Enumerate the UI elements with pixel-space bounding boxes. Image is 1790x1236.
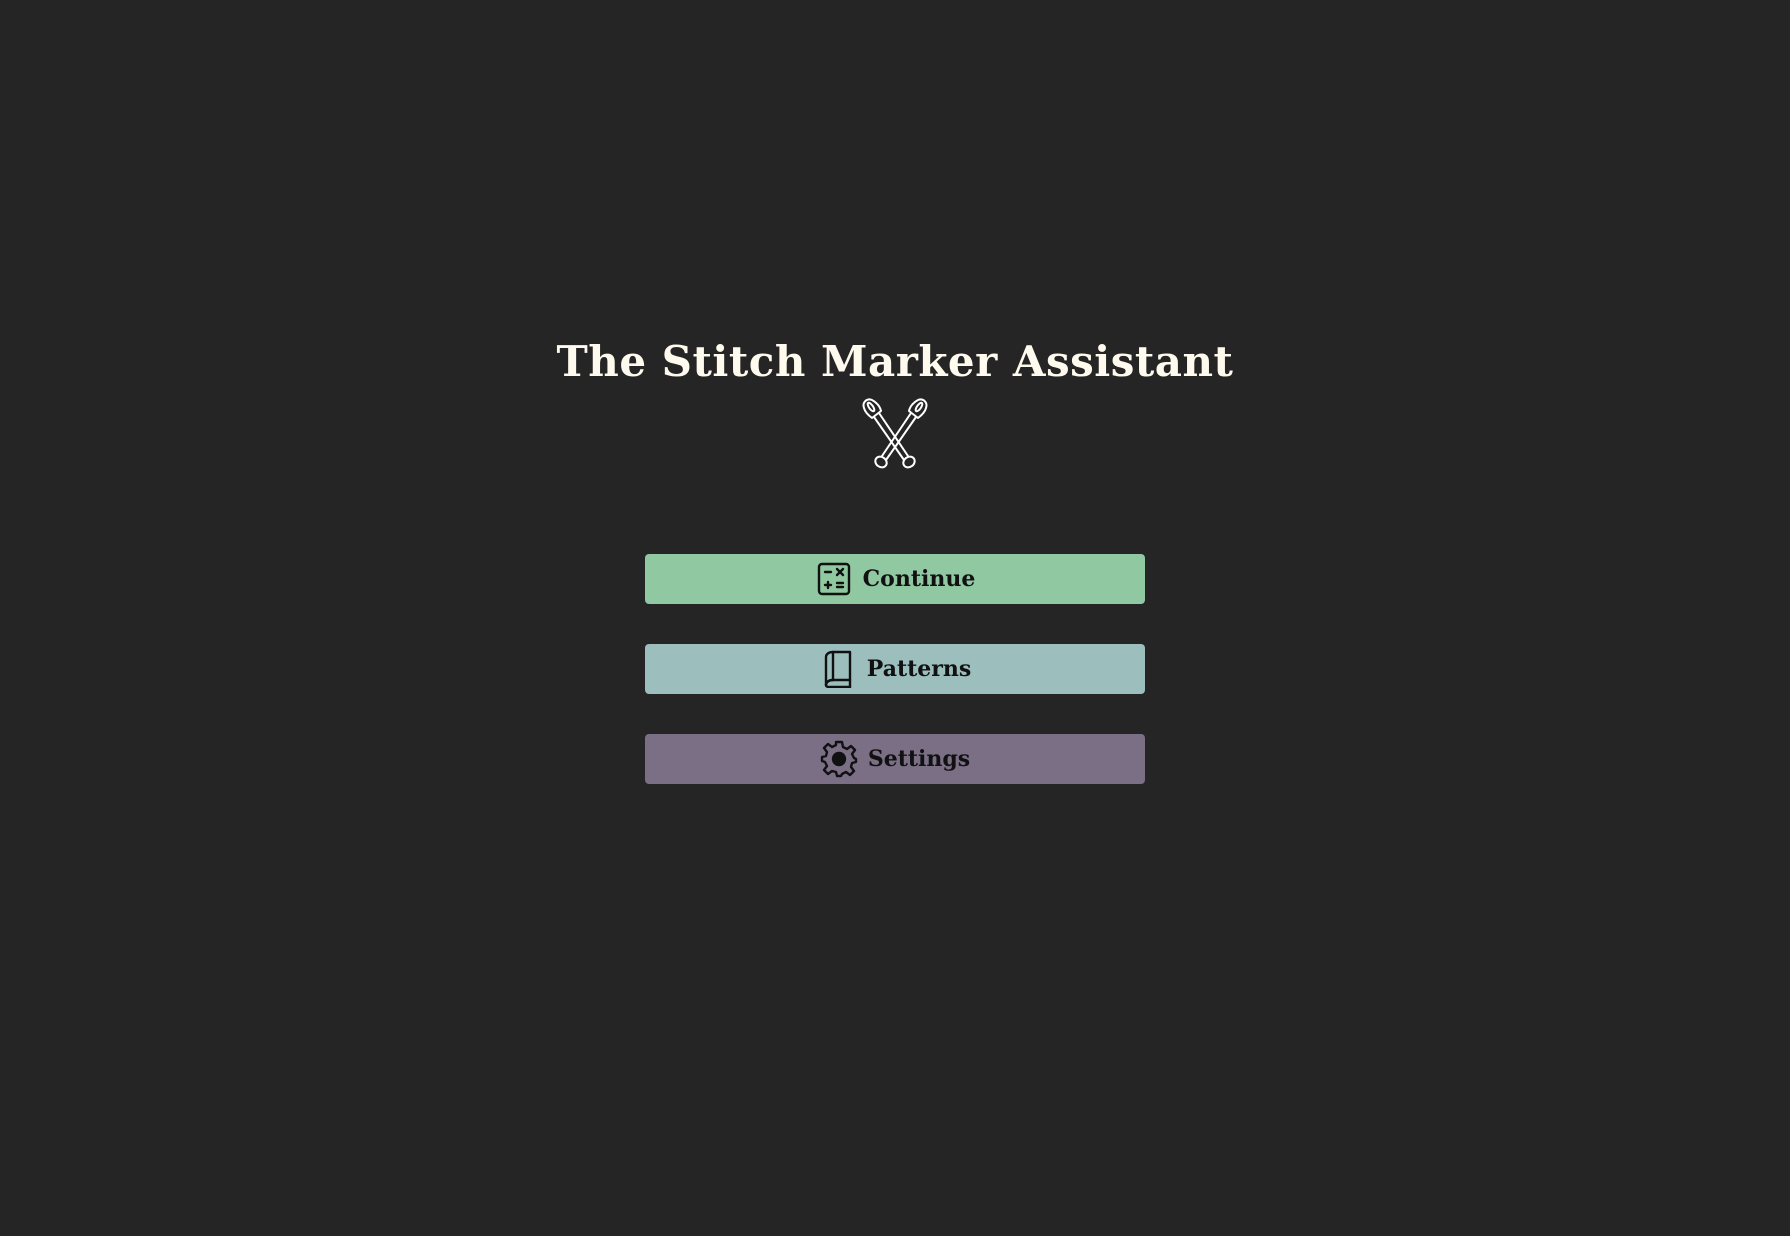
continue-button-label: Continue: [862, 566, 976, 592]
app-title: The Stitch Marker Assistant: [556, 337, 1234, 386]
patterns-button[interactable]: Patterns: [645, 644, 1145, 694]
crossed-safety-pins-icon: [858, 396, 932, 470]
book-icon: [819, 649, 857, 689]
continue-button[interactable]: Continue: [645, 554, 1145, 604]
settings-button-label: Settings: [867, 746, 971, 772]
patterns-button-label: Patterns: [866, 656, 972, 682]
gear-icon: [820, 739, 858, 779]
calculator-icon: [815, 559, 853, 599]
settings-button[interactable]: Settings: [645, 734, 1145, 784]
